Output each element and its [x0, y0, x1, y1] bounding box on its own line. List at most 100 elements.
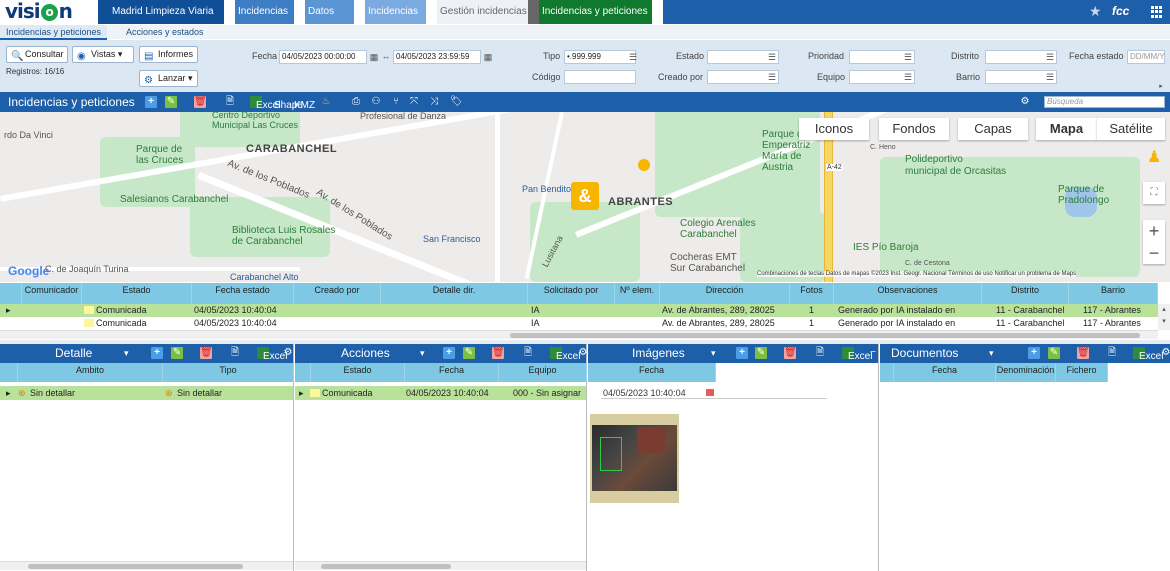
fecha-from-input[interactable]: 04/05/2023 00:00:00 — [279, 50, 367, 64]
fecha-to-input[interactable]: 04/05/2023 23:59:59 — [393, 50, 481, 64]
col-observaciones[interactable]: Observaciones — [834, 283, 982, 304]
col-solicitado-por[interactable]: Solicitado por — [528, 283, 615, 304]
edit-icon[interactable]: ✎ — [463, 347, 475, 359]
excel-export-icon[interactable]: Excel — [842, 347, 872, 362]
col-fecha-estado[interactable]: Fecha estado — [192, 283, 294, 304]
col-fecha[interactable]: Fecha — [588, 363, 716, 382]
map-fullscreen-icon[interactable]: ⛶ — [1143, 182, 1165, 204]
add-icon[interactable]: + — [1028, 347, 1040, 359]
edit-icon[interactable]: ✎ — [171, 347, 183, 359]
tab-incidencias[interactable]: Incidencias y peticiones — [0, 25, 108, 40]
chevron-down-icon[interactable]: ▾ — [124, 344, 129, 363]
list-icon[interactable]: ☰ — [767, 52, 777, 62]
print-icon[interactable]: ⎙ — [350, 96, 362, 108]
col-distrito[interactable]: Distrito — [982, 283, 1069, 304]
col-detalle-dir[interactable]: Detalle dir. — [381, 283, 528, 304]
incident-photo-thumbnail[interactable] — [590, 414, 679, 503]
collapse-icon[interactable]: ⤨ — [428, 96, 440, 108]
document-icon[interactable]: 🗎 — [229, 347, 241, 359]
tab-acciones[interactable]: Acciones y estados — [120, 25, 210, 40]
list-icon[interactable]: ☰ — [903, 52, 913, 62]
binoculars-icon[interactable]: ⚇ — [370, 96, 382, 108]
col-denominacion[interactable]: Denominación — [996, 363, 1056, 382]
vistas-button[interactable]: ◉ Vistas ▾ — [72, 46, 134, 63]
list-icon[interactable]: ☰ — [903, 72, 913, 82]
add-icon[interactable]: + — [443, 347, 455, 359]
edit-icon[interactable]: ✎ — [755, 347, 767, 359]
col-estado[interactable]: Estado — [82, 283, 192, 304]
document-icon[interactable]: 🗎 — [224, 96, 236, 108]
calendar-icon[interactable]: ▦ — [369, 52, 379, 62]
table-row-selected[interactable]: ▸ Comunicada 04/05/2023 10:40:04 IA Av. … — [0, 304, 1158, 317]
add-icon[interactable]: + — [736, 347, 748, 359]
list-icon[interactable]: ☰ — [1045, 72, 1055, 82]
tipo-input[interactable]: •.999.999 — [564, 50, 636, 64]
acciones-scrollbar[interactable] — [295, 561, 586, 570]
map-iconos-button[interactable]: Iconos — [799, 118, 869, 140]
calendar-icon[interactable]: ▦ — [483, 52, 493, 62]
settings-gear-icon[interactable]: ⚙ — [1019, 96, 1031, 108]
add-icon[interactable]: + — [145, 96, 157, 108]
col-fotos[interactable]: Fotos — [790, 283, 834, 304]
table-row[interactable]: Comunicada 04/05/2023 10:40:04 IA Av. de… — [0, 317, 1158, 329]
delete-icon[interactable]: 🗑 — [1077, 347, 1090, 359]
document-icon[interactable]: 🗎 — [522, 347, 534, 359]
col-creado-por[interactable]: Creado por — [294, 283, 381, 304]
col-direccion[interactable]: Dirección — [660, 283, 790, 304]
breadcrumb-item-active[interactable]: Incidencias y peticiones — [528, 0, 663, 24]
delete-icon[interactable]: 🗑 — [200, 347, 213, 359]
incident-marker-icon[interactable]: & — [571, 182, 599, 210]
col-equipo[interactable]: Equipo — [499, 363, 587, 382]
edit-icon[interactable]: ✎ — [165, 96, 177, 108]
detalle-row[interactable]: ▸ ⊛ Sin detallar ⊛ Sin detallar — [0, 386, 293, 400]
list-icon[interactable]: ☰ — [1045, 52, 1055, 62]
imagenes-row[interactable]: 04/05/2023 10:40:04 — [601, 387, 827, 399]
document-icon[interactable]: 🗎 — [814, 347, 826, 359]
col-fecha[interactable]: Fecha — [894, 363, 996, 382]
lanzar-button[interactable]: ⚙ Lanzar ▾ — [139, 70, 198, 87]
fire-icon[interactable]: ♨ — [320, 96, 332, 108]
detalle-scrollbar[interactable] — [0, 561, 293, 570]
col-fichero[interactable]: Fichero — [1056, 363, 1108, 382]
pdf-icon[interactable] — [705, 388, 715, 397]
fit-bounds-icon[interactable]: ⤧ — [408, 96, 420, 108]
col-tipo[interactable]: Tipo — [163, 363, 294, 382]
col-ambito[interactable]: Ambito — [18, 363, 163, 382]
expand-arrow-icon[interactable]: ▸ — [1156, 82, 1166, 92]
delete-icon[interactable]: 🗑 — [492, 347, 505, 359]
poi-marker-icon[interactable] — [638, 159, 650, 171]
favorite-star-icon[interactable]: ★ — [1089, 3, 1102, 20]
col-num-elem[interactable]: Nº elem. — [615, 283, 660, 304]
kmz-export-icon[interactable]: KMZ — [288, 96, 315, 111]
minimize-icon[interactable]: − — [867, 347, 879, 359]
breadcrumb-item[interactable]: Madrid Limpieza Viaria L... — [98, 0, 235, 41]
map-fondos-button[interactable]: Fondos — [879, 118, 949, 140]
chevron-down-icon[interactable]: ▾ — [420, 344, 425, 363]
excel-export-icon[interactable]: Excel — [550, 347, 580, 362]
map-capas-button[interactable]: Capas — [958, 118, 1028, 140]
col-barrio[interactable]: Barrio — [1069, 283, 1158, 304]
breadcrumb-item[interactable]: Gestión incidencias — [426, 0, 539, 24]
informes-button[interactable]: ▤ Informes — [139, 46, 198, 63]
acciones-row[interactable]: ▸ Comunicada 04/05/2023 10:40:04 000 - S… — [295, 386, 586, 400]
map-type-mapa-button[interactable]: Mapa — [1036, 118, 1097, 140]
delete-icon[interactable]: 🗑 — [194, 96, 207, 108]
excel-export-icon[interactable]: Excel — [250, 96, 280, 111]
delete-icon[interactable]: 🗑 — [784, 347, 797, 359]
fecha-estado-input[interactable]: DD/MM/Y — [1127, 50, 1165, 64]
settings-gear-icon[interactable]: ⚙ — [282, 347, 294, 359]
route-icon[interactable]: ⑂ — [390, 96, 402, 108]
map-type-satelite-button[interactable]: Satélite — [1097, 118, 1165, 140]
map-attribution[interactable]: Combinaciones de teclas Datos de mapas ©… — [757, 271, 1077, 277]
shape-export-icon[interactable]: Shape — [268, 96, 303, 111]
excel-export-icon[interactable]: Excel — [1133, 347, 1163, 362]
tag-icon[interactable]: 🏷 — [450, 96, 463, 108]
list-icon[interactable]: ☰ — [628, 52, 638, 62]
col-estado[interactable]: Estado — [311, 363, 405, 382]
document-icon[interactable]: 🗎 — [1106, 347, 1118, 359]
col-comunicador[interactable]: Comunicador — [22, 283, 82, 304]
col-fecha[interactable]: Fecha — [405, 363, 499, 382]
codigo-input[interactable] — [564, 70, 636, 84]
apps-grid-icon[interactable] — [1151, 6, 1163, 18]
street-view-pegman-icon[interactable]: ♟ — [1147, 147, 1161, 169]
